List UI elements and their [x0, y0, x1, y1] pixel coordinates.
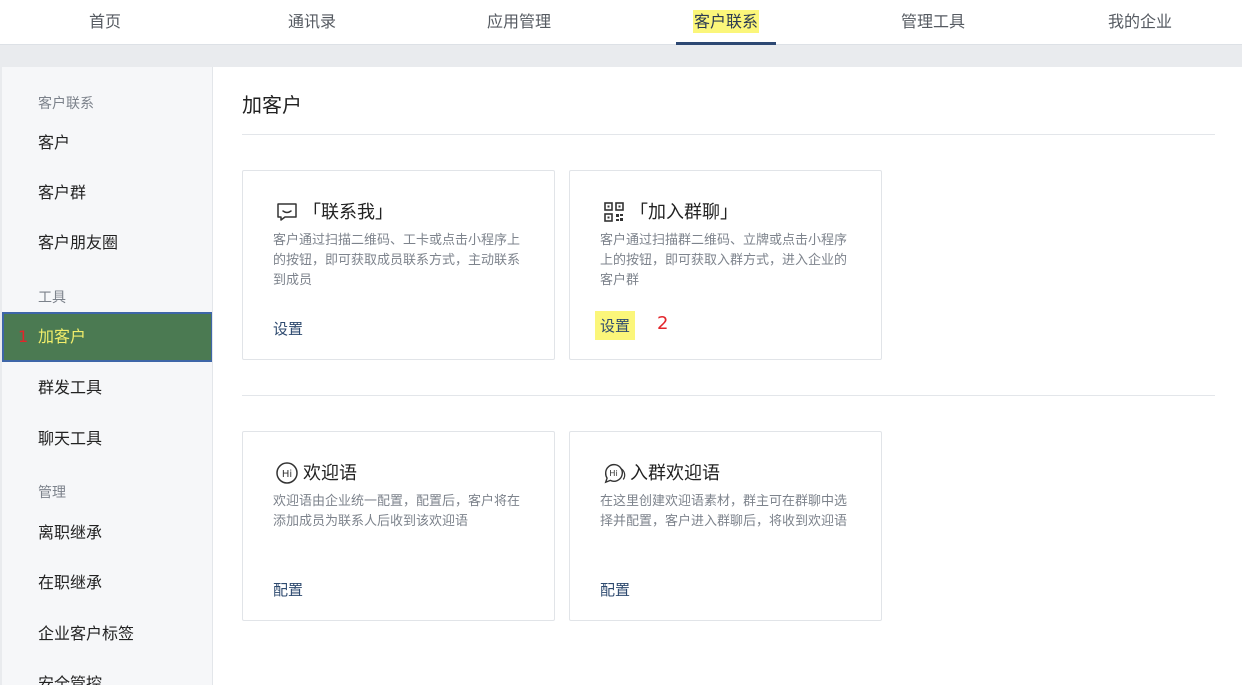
divider [242, 134, 1215, 135]
sidebar-item-resign-inherit[interactable]: 离职继承 [2, 508, 212, 558]
page-title: 加客户 [242, 93, 302, 117]
sidebar-group-manage: 管理 [38, 485, 66, 501]
join-group-settings-link[interactable]: 设置 [595, 311, 636, 340]
top-nav: 首页 通讯录 应用管理 客户联系 管理工具 我的企业 [0, 0, 1242, 45]
hi-chat-icon: Hi [604, 464, 626, 484]
qrcode-icon [604, 202, 624, 222]
tab-home[interactable]: 首页 [55, 0, 155, 45]
main-content: 加客户 「联系我」 客户通过扫描二维码、工卡或点击小程序上的按钮，即可获取成员联… [213, 67, 1242, 685]
hi-icon: Hi [276, 462, 298, 484]
sidebar-item-customer-group[interactable]: 客户群 [2, 168, 212, 218]
step-marker-2: 2 [657, 313, 669, 334]
sidebar-item-customer[interactable]: 客户 [2, 118, 212, 168]
card-contact-me: 「联系我」 客户通过扫描二维码、工卡或点击小程序上的按钮，即可获取成员联系方式，… [242, 170, 555, 360]
divider [242, 395, 1215, 396]
sidebar: 客户联系 客户 客户群 客户朋友圈 工具 1 加客户 群发工具 聊天工具 管理 … [2, 67, 213, 685]
chat-icon [277, 203, 297, 221]
card-title: 欢迎语 [303, 463, 357, 484]
sidebar-group-tools: 工具 [38, 290, 66, 306]
sidebar-group-customer: 客户联系 [38, 96, 94, 112]
contact-me-settings-link[interactable]: 设置 [273, 315, 303, 342]
sidebar-item-chat-tools[interactable]: 聊天工具 [2, 414, 212, 464]
tab-my-company[interactable]: 我的企业 [1090, 0, 1190, 45]
card-description: 客户通过扫描群二维码、立牌或点击小程序上的按钮，即可获取入群方式，进入企业的客户… [600, 233, 848, 288]
sidebar-item-label: 加客户 [38, 327, 87, 346]
card-title: 「联系我」 [303, 202, 393, 223]
tab-management-tools[interactable]: 管理工具 [883, 0, 983, 45]
welcome-config-link[interactable]: 配置 [273, 576, 303, 603]
group-welcome-config-link[interactable]: 配置 [600, 576, 630, 603]
card-title: 「加入群聊」 [630, 202, 738, 223]
svg-text:Hi: Hi [609, 468, 618, 478]
sidebar-item-mass-send[interactable]: 群发工具 [2, 363, 212, 413]
card-join-group: 「加入群聊」 客户通过扫描群二维码、立牌或点击小程序上的按钮，即可获取入群方式，… [569, 170, 882, 360]
sidebar-item-customer-tags[interactable]: 企业客户标签 [2, 609, 212, 659]
svg-text:Hi: Hi [282, 469, 292, 480]
card-group-welcome: Hi 入群欢迎语 在这里创建欢迎语素材，群主可在群聊中选择并配置，客户进入群聊后… [569, 431, 882, 621]
sidebar-item-security[interactable]: 安全管控 [2, 659, 212, 685]
step-marker-1: 1 [18, 327, 29, 346]
sidebar-item-moments[interactable]: 客户朋友圈 [2, 218, 212, 268]
tab-app-management[interactable]: 应用管理 [469, 0, 569, 45]
tab-customer-contact[interactable]: 客户联系 [676, 0, 776, 45]
card-description: 在这里创建欢迎语素材，群主可在群聊中选择并配置，客户进入群聊后，将收到欢迎语 [600, 494, 848, 529]
card-welcome: Hi 欢迎语 欢迎语由企业统一配置，配置后，客户将在添加成员为联系人后收到该欢迎… [242, 431, 555, 621]
card-description: 欢迎语由企业统一配置，配置后，客户将在添加成员为联系人后收到该欢迎语 [273, 494, 521, 529]
card-description: 客户通过扫描二维码、工卡或点击小程序上的按钮，即可获取成员联系方式，主动联系到成… [273, 233, 521, 288]
card-title: 入群欢迎语 [630, 463, 720, 484]
sidebar-item-add-customer[interactable]: 1 加客户 [2, 312, 212, 362]
sidebar-item-onjob-inherit[interactable]: 在职继承 [2, 558, 212, 608]
tab-contacts[interactable]: 通讯录 [262, 0, 362, 45]
